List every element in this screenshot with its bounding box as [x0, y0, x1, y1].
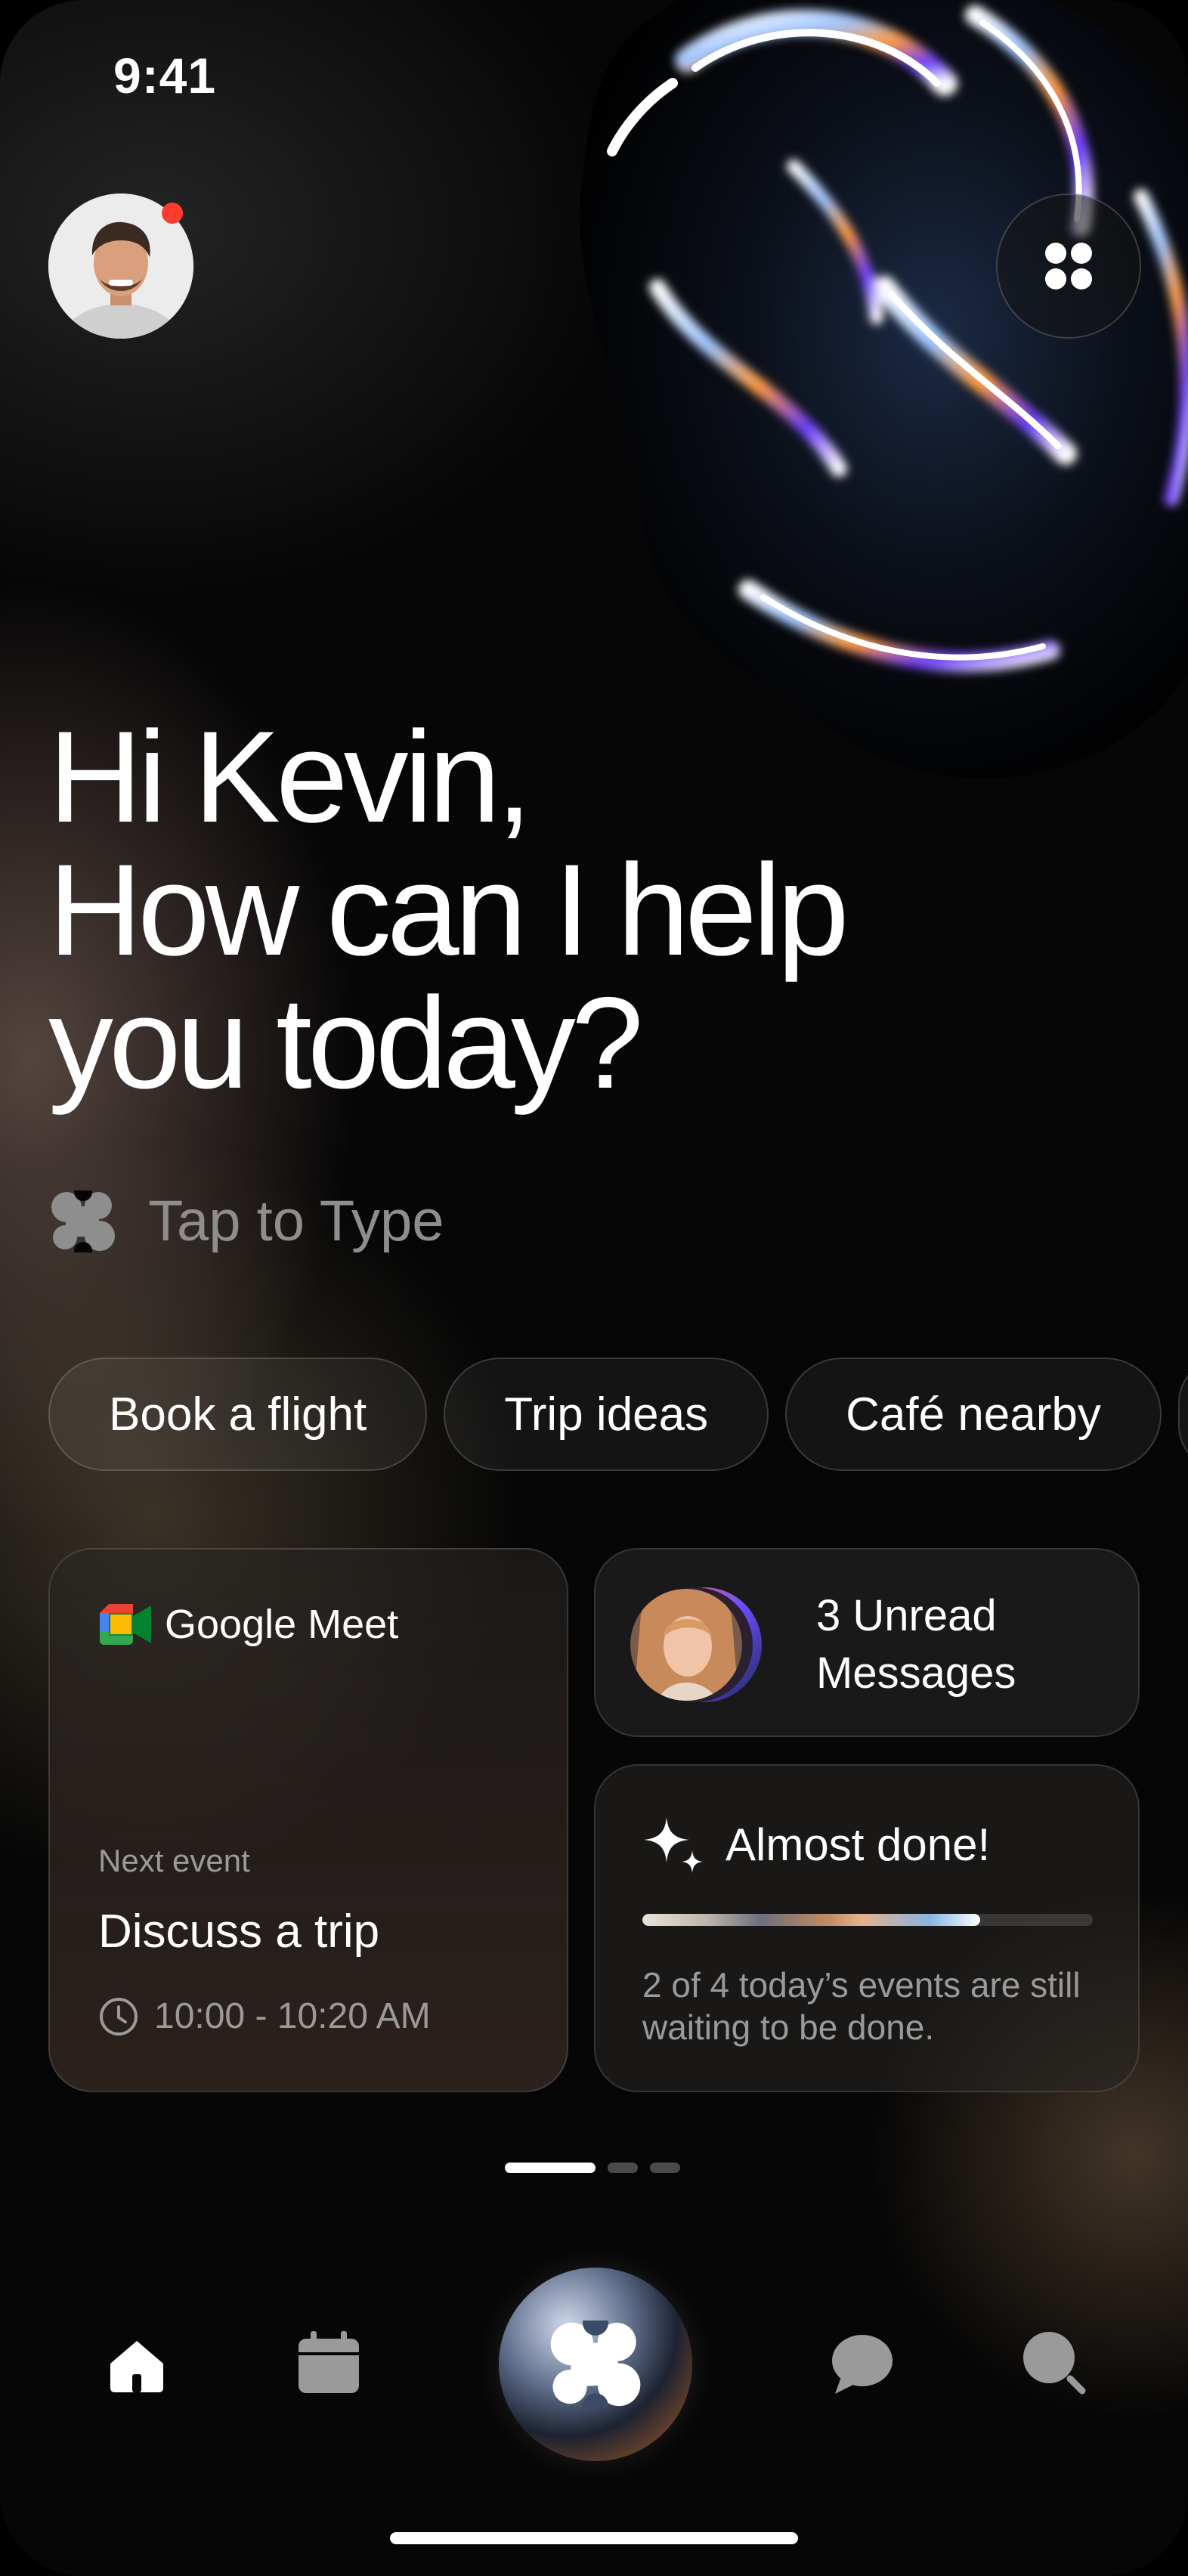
page-dot[interactable]	[608, 2163, 638, 2173]
calendar-icon	[299, 2331, 359, 2393]
progress-card[interactable]: Almost done! 2 of 4 today’s events are s…	[594, 1764, 1140, 2092]
four-dots-grid-icon	[1045, 243, 1092, 289]
unread-label: Messages	[816, 1649, 1016, 1698]
chip-trip-ideas[interactable]: Trip ideas	[444, 1358, 769, 1471]
tab-home[interactable]	[95, 2328, 178, 2404]
sparkle-icon	[644, 1817, 703, 1873]
greeting-line-3: you today?	[48, 971, 644, 1116]
chip-book-a-flight[interactable]: Book a flight	[48, 1358, 428, 1471]
glass-sculpture-graphic	[579, 0, 1188, 779]
event-time: 10:00 - 10:20 AM	[98, 1995, 431, 2037]
page-dot[interactable]	[650, 2163, 680, 2173]
tap-to-type-input[interactable]: Tap to Type	[48, 1188, 444, 1254]
progress-title: Almost done!	[725, 1819, 991, 1870]
tab-chat[interactable]	[821, 2327, 904, 2402]
apps-button[interactable]	[996, 194, 1141, 339]
greeting-heading: Hi Kevin, How can I help you today?	[48, 704, 849, 1116]
meet-app-name: Google Meet	[165, 1602, 399, 1647]
tap-to-type-label: Tap to Type	[148, 1189, 444, 1253]
assistant-button[interactable]	[499, 2268, 692, 2461]
chat-icon	[832, 2335, 893, 2394]
notification-dot	[162, 203, 183, 224]
home-icon	[110, 2341, 163, 2392]
phone-screen: 9:41 Hi Kevin, How can I help you today?…	[0, 0, 1188, 2576]
progress-header: Almost done!	[642, 1813, 990, 1876]
assistant-logo-icon	[51, 1190, 115, 1252]
tab-search[interactable]	[1013, 2325, 1096, 2401]
progress-bar-fill	[642, 1914, 980, 1926]
greeting-line-1: Hi Kevin,	[48, 704, 532, 850]
event-time-text: 10:00 - 10:20 AM	[154, 1996, 431, 2036]
page-dot[interactable]	[505, 2163, 596, 2173]
unread-messages-text: 3 Unread Messages	[816, 1587, 1016, 1702]
home-indicator[interactable]	[390, 2532, 798, 2544]
google-meet-icon	[100, 1604, 151, 1645]
progress-description: 2 of 4 today’s events are still waiting …	[642, 1965, 1081, 2047]
search-icon	[1023, 2332, 1086, 2395]
unread-messages-card[interactable]: 3 Unread Messages	[594, 1548, 1140, 1737]
meet-header: Google Meet	[100, 1601, 398, 1648]
status-time: 9:41	[113, 48, 217, 104]
event-title: Discuss a trip	[98, 1906, 380, 1958]
meet-event-card[interactable]: Google Meet Next event Discuss a trip 10…	[48, 1548, 568, 2092]
progress-bar	[642, 1914, 1093, 1926]
assistant-icon	[550, 2321, 641, 2408]
message-avatar-icon	[630, 1587, 762, 1702]
tab-calendar[interactable]	[287, 2325, 370, 2401]
page-indicator	[505, 2163, 680, 2173]
next-event-label: Next event	[98, 1843, 250, 1878]
chip-cafe-nearby[interactable]: Café nearby	[785, 1358, 1162, 1471]
chip-partial[interactable]	[1177, 1358, 1188, 1471]
unread-count: 3 Unread	[816, 1591, 997, 1640]
clock-icon	[100, 1997, 138, 2036]
suggestion-chips: Book a flight Trip ideas Café nearby	[48, 1358, 1188, 1471]
greeting-line-2: How can I help	[48, 838, 849, 983]
